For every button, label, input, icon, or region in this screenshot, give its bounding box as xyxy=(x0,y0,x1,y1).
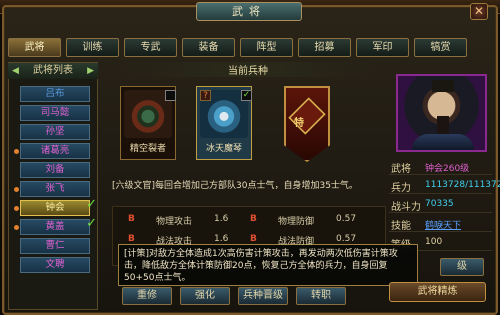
stat-name: 战法攻击 xyxy=(156,237,193,247)
general-name: 曹仁 xyxy=(45,240,65,251)
tab-8[interactable]: 犒赏 xyxy=(414,38,467,57)
checkmark-icon: ✓ xyxy=(86,216,97,231)
info-row: 武将 钟会260级 xyxy=(389,158,492,175)
general-name: 司马懿 xyxy=(40,107,70,118)
stat-grade-badge: B xyxy=(250,234,257,244)
robe-icon xyxy=(412,134,474,150)
general-list-title: 武将列表 xyxy=(33,65,73,76)
general-list-header: ◀ 武将列表 ▶ xyxy=(8,63,98,79)
stat-name: 战法防御 xyxy=(278,237,315,247)
general-list-item[interactable]: 诸葛亮 xyxy=(20,143,90,159)
action-button-1[interactable]: 重修 xyxy=(122,287,172,305)
general-list-item[interactable]: 文聘 xyxy=(20,257,90,273)
question-mark-icon: ? xyxy=(200,90,211,101)
stat-entry: B 物理攻击 1.6 xyxy=(128,214,246,227)
stat-name: 物理防御 xyxy=(278,217,315,227)
general-list-item[interactable]: 张飞 xyxy=(20,181,90,197)
general-portrait xyxy=(396,74,487,152)
info-key: 兵力 xyxy=(391,183,411,194)
general-list-item[interactable]: 吕布 xyxy=(20,86,90,102)
troop-card-1[interactable]: 精空裂者 xyxy=(120,86,176,160)
current-troop-title: 当前兵种 xyxy=(122,62,374,77)
general-name: 孙坚 xyxy=(45,126,65,137)
stat-value: 1.6 xyxy=(214,214,229,224)
general-list-item[interactable]: 曹仁 xyxy=(20,238,90,254)
tab-3[interactable]: 专武 xyxy=(124,38,177,57)
troop-card-2[interactable]: ? ✓ 冰天魔琴 xyxy=(196,86,252,160)
prev-page-icon[interactable]: ◀ xyxy=(12,63,19,79)
general-refine-button[interactable]: 武将精炼 xyxy=(389,282,486,302)
general-list-item[interactable]: 司马懿 xyxy=(20,105,90,121)
general-name: 张飞 xyxy=(45,183,65,194)
general-list-item[interactable]: 孙坚 xyxy=(20,124,90,140)
general-name: 吕布 xyxy=(45,88,65,99)
tab-2[interactable]: 训练 xyxy=(66,38,119,57)
info-value: 钟会260级 xyxy=(425,164,470,174)
skill-description: [六级文官]每回合增加己方部队30点士气，自身增加35士气。 xyxy=(112,181,358,191)
general-list-item[interactable]: 黄盖 ✓ xyxy=(20,217,97,235)
hat-icon xyxy=(432,80,454,92)
general-name: 文聘 xyxy=(45,259,65,270)
general-list-item[interactable]: 钟会 ✓ xyxy=(20,198,97,216)
stat-entry: B 战法攻击 1.6 xyxy=(128,234,246,247)
tab-7[interactable]: 军印 xyxy=(356,38,409,57)
stat-name: 物理攻击 xyxy=(156,217,193,227)
info-key: 技能 xyxy=(391,221,411,232)
tab-4[interactable]: 装备 xyxy=(182,38,235,57)
window-title: 武将 xyxy=(196,2,302,21)
troop-name: 精空裂者 xyxy=(129,144,166,154)
action-button-4[interactable]: 转职 xyxy=(296,287,346,305)
info-value: 1113728/1113728 xyxy=(425,180,500,190)
tab-6[interactable]: 招募 xyxy=(298,38,351,57)
general-name: 诸葛亮 xyxy=(40,145,70,156)
emblem-text: 特 xyxy=(294,118,304,129)
info-value: 70335 xyxy=(425,199,454,209)
stat-grade-badge: B xyxy=(250,214,257,224)
level-button[interactable]: 级 xyxy=(440,258,484,276)
info-row: 兵力 1113728/1113728 xyxy=(389,177,500,194)
stat-entry: B 战法防御 0.57 xyxy=(250,234,368,247)
skill-tooltip: [计策]对敌方全体造成1次高伤害计策攻击，再发动两次低伤害计策攻击，降低敌方全体… xyxy=(118,244,418,286)
tab-1[interactable]: 武将 xyxy=(8,38,61,57)
info-value: 100 xyxy=(425,237,443,247)
info-key: 战斗力 xyxy=(391,202,421,213)
general-name: 刘备 xyxy=(45,164,65,175)
unchecked-box-icon[interactable] xyxy=(165,90,176,101)
info-key: 武将 xyxy=(391,164,411,175)
info-row: 战斗力 70335 xyxy=(389,196,492,213)
general-name: 黄盖 xyxy=(45,221,65,232)
stat-value: 0.57 xyxy=(336,214,357,224)
action-button-2[interactable]: 强化 xyxy=(180,287,230,305)
general-name: 钟会 xyxy=(45,202,65,213)
general-list-item[interactable]: 刘备 xyxy=(20,162,90,178)
close-button[interactable]: ✕ xyxy=(470,3,488,20)
stat-grade-badge: B xyxy=(128,214,135,224)
next-page-icon[interactable]: ▶ xyxy=(87,63,94,79)
info-row: 技能 鹤唳天下 xyxy=(389,215,492,232)
tab-5[interactable]: 阵型 xyxy=(240,38,293,57)
stat-value: 1.6 xyxy=(214,234,229,244)
stat-grade-badge: B xyxy=(128,234,135,244)
action-button-3[interactable]: 兵种晋级 xyxy=(238,287,288,305)
checkmark-icon[interactable]: ✓ xyxy=(241,90,252,101)
tab-bar: 武将 训练 专武 装备 阵型 招募 军印 犒赏 xyxy=(8,38,490,58)
info-value[interactable]: 鹤唳天下 xyxy=(425,218,461,231)
troop-name: 冰天魔琴 xyxy=(205,144,242,154)
stat-value: 0.57 xyxy=(336,234,357,244)
stat-entry: B 物理防御 0.57 xyxy=(250,214,368,227)
checkmark-icon: ✓ xyxy=(86,197,97,212)
